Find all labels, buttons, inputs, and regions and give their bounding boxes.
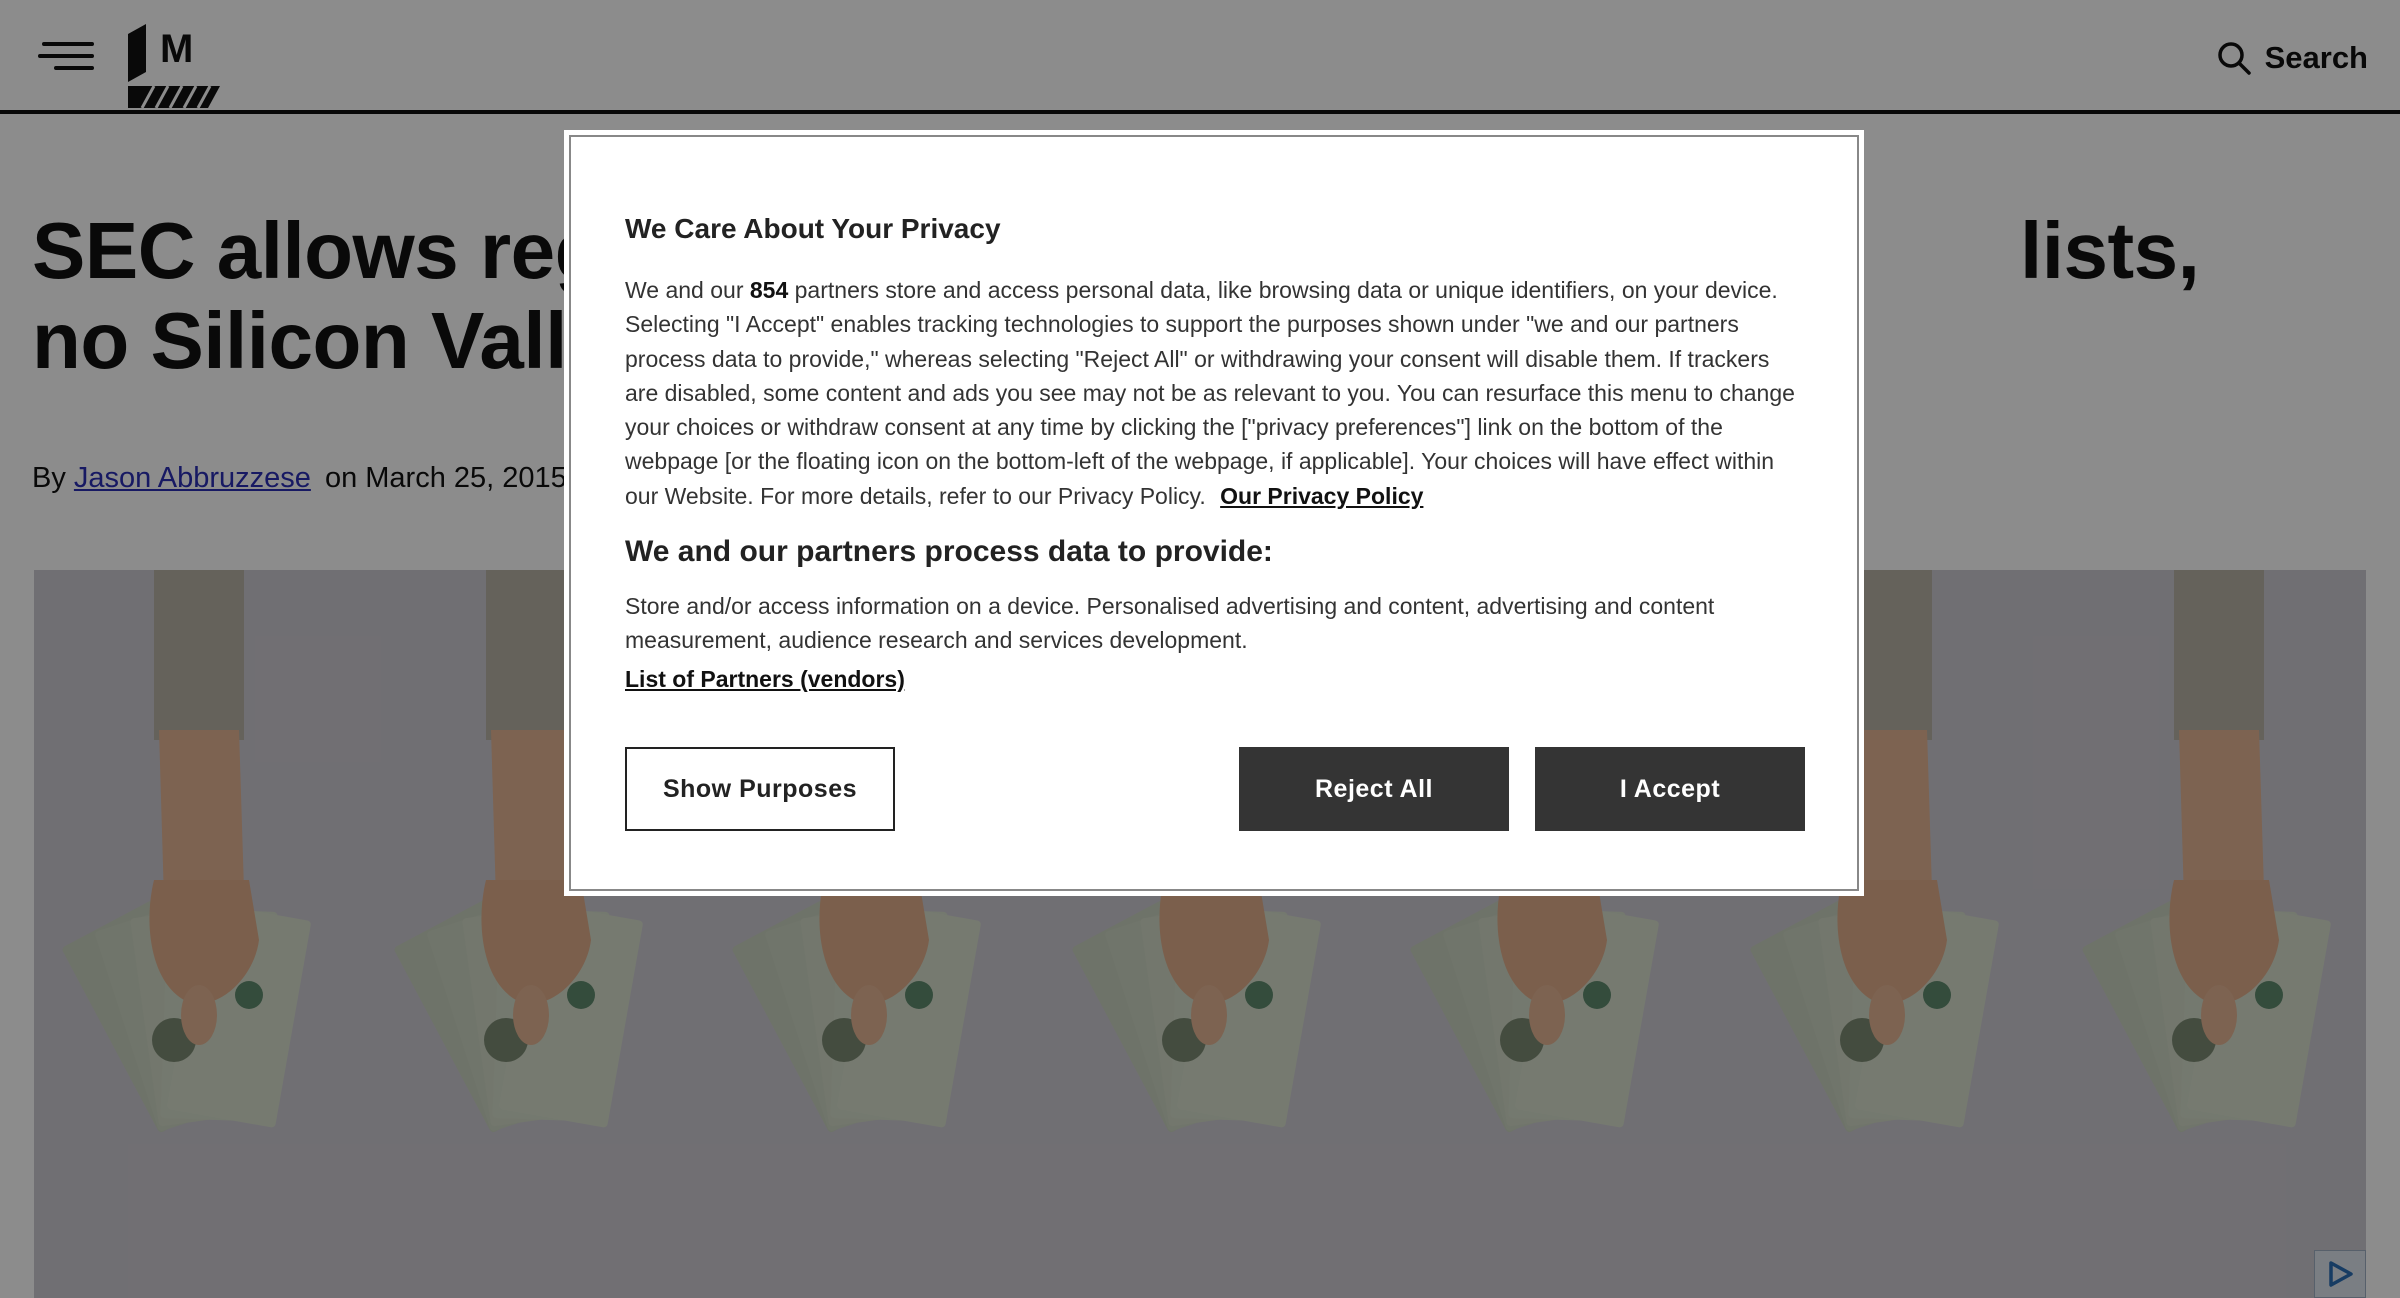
body-intro: We and our — [625, 277, 744, 303]
purposes-section-title: We and our partners process data to prov… — [625, 535, 1273, 569]
privacy-consent-dialog: We Care About Your Privacy We and our 85… — [564, 130, 1864, 896]
body-text: partners store and access personal data,… — [625, 277, 1795, 509]
show-purposes-button[interactable]: Show Purposes — [625, 747, 895, 831]
partners-list-link[interactable]: List of Partners (vendors) — [625, 666, 1803, 693]
dialog-body: We and our 854 partners store and access… — [625, 273, 1803, 513]
purposes-text: Store and/or access information on a dev… — [625, 593, 1715, 654]
reject-all-button[interactable]: Reject All — [1239, 747, 1509, 831]
dialog-title: We Care About Your Privacy — [625, 213, 1001, 244]
privacy-policy-link[interactable]: Our Privacy Policy — [1220, 483, 1423, 509]
accept-button[interactable]: I Accept — [1535, 747, 1805, 831]
partner-count: 854 — [749, 277, 789, 303]
